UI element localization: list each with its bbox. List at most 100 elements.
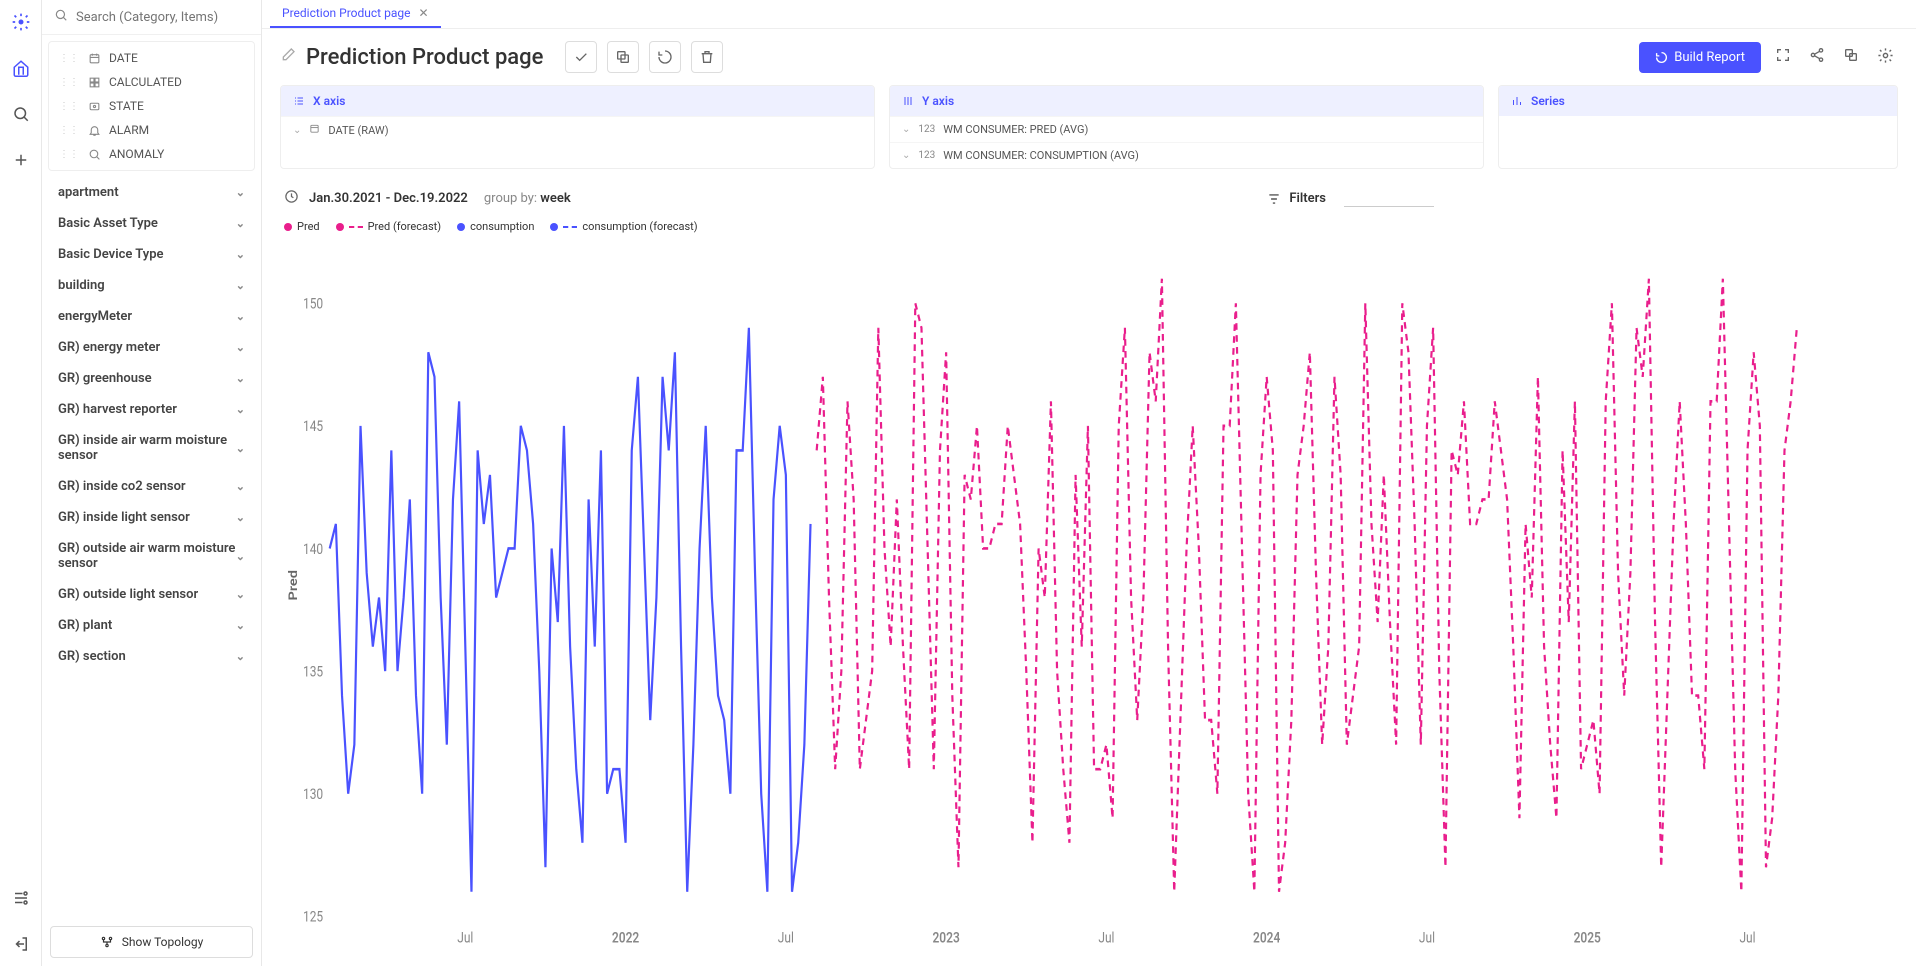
- chart-container: 125130135140145150Jul2022Jul2023Jul2024J…: [262, 241, 1916, 966]
- chevron-down-icon: ⌄: [236, 403, 245, 416]
- chevron-down-icon: ⌄: [236, 442, 245, 455]
- x-axis-header[interactable]: X axis: [281, 86, 874, 116]
- nav-add-icon[interactable]: [9, 148, 33, 172]
- chevron-down-icon: ⌄: [293, 125, 301, 136]
- tree-category[interactable]: GR) outside light sensor⌄: [48, 579, 255, 610]
- chevron-down-icon: ⌄: [902, 124, 910, 135]
- share-icon[interactable]: [1805, 43, 1829, 71]
- legend-item[interactable]: consumption: [457, 220, 534, 233]
- clock-icon: [284, 189, 299, 208]
- tree-category[interactable]: GR) inside air warm moisture sensor⌄: [48, 425, 255, 471]
- series-box: Series: [1498, 85, 1898, 169]
- tree-item[interactable]: ⋮⋮STATE: [49, 94, 254, 118]
- search-icon: [87, 148, 101, 161]
- group-by[interactable]: group by: week: [484, 191, 571, 206]
- edit-title-icon[interactable]: [280, 47, 296, 67]
- nav-settings-icon[interactable]: [9, 886, 33, 910]
- tree-category[interactable]: GR) greenhouse⌄: [48, 363, 255, 394]
- nav-search-icon[interactable]: [9, 102, 33, 126]
- svg-text:130: 130: [303, 787, 323, 803]
- svg-text:2025: 2025: [1574, 931, 1602, 947]
- tree-category[interactable]: GR) outside air warm moisture sensor⌄: [48, 533, 255, 579]
- state-icon: [87, 100, 101, 113]
- legend-item[interactable]: consumption (forecast): [550, 220, 697, 233]
- chevron-down-icon: ⌄: [236, 341, 245, 354]
- filter-input[interactable]: [1344, 191, 1434, 207]
- tree-category[interactable]: GR) section⌄: [48, 641, 255, 672]
- tabs: Prediction Product page ✕: [262, 0, 1916, 29]
- legend-item[interactable]: Pred: [284, 220, 320, 233]
- chart[interactable]: 125130135140145150Jul2022Jul2023Jul2024J…: [284, 241, 1894, 956]
- tree-category[interactable]: GR) inside light sensor⌄: [48, 502, 255, 533]
- y-axis-box: Y axis ⌄123WM CONSUMER: PRED (AVG)⌄123WM…: [889, 85, 1484, 169]
- app-logo-icon[interactable]: [9, 10, 33, 34]
- tab-prediction[interactable]: Prediction Product page ✕: [270, 0, 441, 28]
- svg-text:2023: 2023: [932, 931, 959, 947]
- build-report-label: Build Report: [1674, 50, 1745, 65]
- tree-item[interactable]: ⋮⋮ANOMALY: [49, 142, 254, 166]
- drag-handle-icon: ⋮⋮: [59, 53, 79, 64]
- fullscreen-icon[interactable]: [1771, 43, 1795, 71]
- filters-label[interactable]: Filters: [1267, 191, 1326, 206]
- chart-meta-row: Jan.30.2021 - Dec.19.2022 group by: week…: [262, 179, 1916, 218]
- nav-home-icon[interactable]: [9, 56, 33, 80]
- layers-icon[interactable]: [1839, 43, 1863, 71]
- series-header[interactable]: Series: [1499, 86, 1897, 116]
- copy-button[interactable]: [607, 41, 639, 73]
- chevron-down-icon: ⌄: [236, 619, 245, 632]
- tree-category[interactable]: energyMeter⌄: [48, 301, 255, 332]
- date-range[interactable]: Jan.30.2021 - Dec.19.2022: [309, 191, 468, 206]
- tab-label: Prediction Product page: [282, 6, 410, 20]
- nav-logout-icon[interactable]: [9, 932, 33, 956]
- svg-text:125: 125: [303, 910, 323, 926]
- axis-item[interactable]: ⌄123WM CONSUMER: CONSUMPTION (AVG): [890, 142, 1483, 168]
- build-report-button[interactable]: Build Report: [1639, 42, 1761, 73]
- svg-text:Jul: Jul: [1739, 931, 1755, 947]
- tree-category[interactable]: GR) energy meter⌄: [48, 332, 255, 363]
- tree-category[interactable]: building⌄: [48, 270, 255, 301]
- search-icon: [54, 8, 68, 26]
- chevron-down-icon: ⌄: [236, 480, 245, 493]
- delete-button[interactable]: [691, 41, 723, 73]
- drag-handle-icon: ⋮⋮: [59, 77, 79, 88]
- tree-category[interactable]: GR) harvest reporter⌄: [48, 394, 255, 425]
- tree-category[interactable]: GR) inside co2 sensor⌄: [48, 471, 255, 502]
- chevron-down-icon: ⌄: [236, 279, 245, 292]
- tree-category[interactable]: GR) plant⌄: [48, 610, 255, 641]
- calendar-icon: [87, 52, 101, 65]
- drag-handle-icon: ⋮⋮: [59, 149, 79, 160]
- chevron-down-icon: ⌄: [902, 150, 910, 161]
- svg-text:Jul: Jul: [1419, 931, 1435, 947]
- chevron-down-icon: ⌄: [236, 248, 245, 261]
- axis-item[interactable]: ⌄DATE (RAW): [281, 116, 874, 143]
- svg-text:2022: 2022: [612, 931, 640, 947]
- tab-close-icon[interactable]: ✕: [418, 6, 428, 20]
- refresh-button[interactable]: [649, 41, 681, 73]
- confirm-button[interactable]: [565, 41, 597, 73]
- show-topology-label: Show Topology: [122, 935, 204, 949]
- bell-icon: [87, 124, 101, 137]
- grid-icon: [87, 76, 101, 89]
- tree-item[interactable]: ⋮⋮CALCULATED: [49, 70, 254, 94]
- legend-item[interactable]: Pred (forecast): [336, 220, 442, 233]
- sidebar-search[interactable]: [42, 0, 261, 35]
- gear-icon[interactable]: [1873, 43, 1898, 72]
- tree-item[interactable]: ⋮⋮DATE: [49, 46, 254, 70]
- tree-item[interactable]: ⋮⋮ALARM: [49, 118, 254, 142]
- svg-text:145: 145: [303, 419, 323, 435]
- chevron-down-icon: ⌄: [236, 650, 245, 663]
- tree-category[interactable]: Basic Asset Type⌄: [48, 208, 255, 239]
- drag-handle-icon: ⋮⋮: [59, 101, 79, 112]
- sidebar: ⋮⋮DATE⋮⋮CALCULATED⋮⋮STATE⋮⋮ALARM⋮⋮ANOMAL…: [42, 0, 262, 966]
- chevron-down-icon: ⌄: [236, 186, 245, 199]
- y-axis-header[interactable]: Y axis: [890, 86, 1483, 116]
- svg-text:Pred: Pred: [287, 570, 300, 600]
- svg-text:Jul: Jul: [778, 931, 794, 947]
- axis-item[interactable]: ⌄123WM CONSUMER: PRED (AVG): [890, 116, 1483, 142]
- show-topology-button[interactable]: Show Topology: [50, 926, 253, 958]
- tree-category[interactable]: Basic Device Type⌄: [48, 239, 255, 270]
- drag-handle-icon: ⋮⋮: [59, 125, 79, 136]
- search-input[interactable]: [76, 10, 249, 25]
- tree-category[interactable]: apartment⌄: [48, 177, 255, 208]
- nav-rail: [0, 0, 42, 966]
